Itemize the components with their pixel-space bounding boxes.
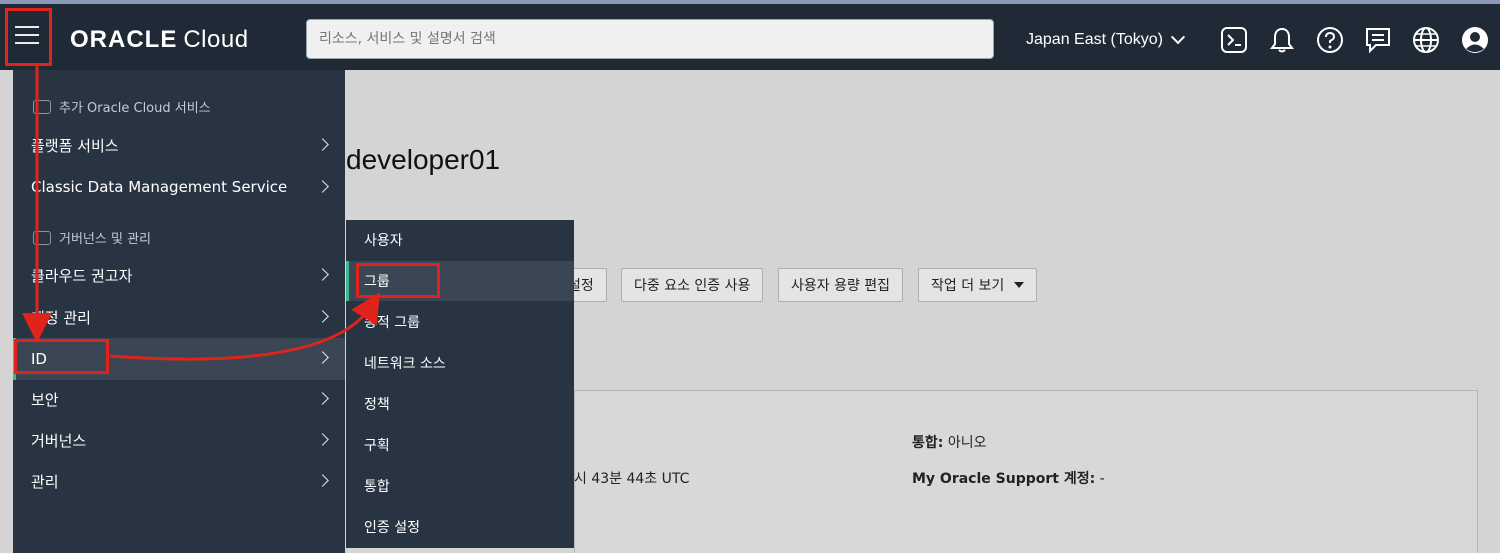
menu-item-label: Classic Data Management Service [31, 178, 288, 196]
region-selector[interactable]: Japan East (Tokyo) [1026, 30, 1186, 49]
more-actions-button[interactable]: 작업 더 보기 [918, 268, 1038, 302]
highlight-identity [14, 339, 109, 374]
menu-item-label: 플랫폼 서비스 [31, 136, 119, 155]
submenu-item-dynamic-groups[interactable]: 동적 그룹 [346, 302, 574, 342]
chevron-right-icon [316, 310, 329, 323]
chevron-right-icon [316, 180, 329, 193]
federated-field: 통합: 아니오 [912, 435, 987, 451]
cloud-shell-icon[interactable] [1220, 26, 1248, 54]
menu-item-management[interactable]: 관리 [13, 461, 345, 501]
page-title: developer01 [346, 144, 501, 175]
chevron-right-icon [316, 138, 329, 151]
caret-down-icon [1014, 282, 1025, 288]
highlight-hamburger [5, 8, 52, 66]
submenu-item-network-sources[interactable]: 네트워크 소스 [346, 343, 574, 383]
submenu-item-authentication-settings[interactable]: 인증 설정 [346, 507, 574, 547]
menu-item-security[interactable]: 보안 [13, 379, 345, 419]
feedback-chat-icon[interactable] [1364, 26, 1392, 54]
submenu-item-users[interactable]: 사용자 [346, 220, 574, 260]
user-profile-icon[interactable] [1461, 26, 1489, 54]
submenu-item-federation[interactable]: 통합 [346, 466, 574, 506]
menu-item-governance[interactable]: 거버넌스 [13, 420, 345, 460]
chevron-right-icon [316, 268, 329, 281]
chevron-right-icon [316, 474, 329, 487]
chevron-right-icon [316, 392, 329, 405]
region-label: Japan East (Tokyo) [1026, 31, 1163, 48]
section-governance-management: 거버넌스 및 관리 [33, 228, 151, 247]
top-bar: ORACLECloud Japan East (Tokyo) [0, 0, 1500, 70]
created-time-fragment: 시 43분 44초 UTC [574, 471, 690, 487]
menu-item-label: 관리 [31, 472, 59, 491]
menu-item-account-management[interactable]: 계정 관리 [13, 297, 345, 337]
my-oracle-support-field: My Oracle Support 계정: - [912, 471, 1105, 487]
section-additional-services: 추가 Oracle Cloud 서비스 [33, 97, 211, 116]
chevron-right-icon [316, 433, 329, 446]
edit-user-quota-button[interactable]: 사용자 용량 편집 [778, 268, 904, 302]
menu-item-label: 계정 관리 [31, 308, 91, 327]
governance-icon [33, 230, 51, 245]
menu-item-cloud-advisor[interactable]: 클라우드 권고자 [13, 255, 345, 295]
language-globe-icon[interactable] [1412, 26, 1440, 54]
menu-item-label: 거버넌스 [31, 431, 87, 450]
oracle-cloud-logo[interactable]: ORACLE Cloud [70, 26, 249, 54]
menu-item-label: 클라우드 권고자 [31, 266, 133, 285]
menu-item-label: 보안 [31, 390, 59, 409]
help-icon[interactable] [1316, 26, 1344, 54]
submenu-item-compartments[interactable]: 구획 [346, 425, 574, 465]
submenu-item-policies[interactable]: 정책 [346, 384, 574, 424]
menu-item-platform-services[interactable]: 플랫폼 서비스 [13, 125, 345, 165]
navigation-menu: 추가 Oracle Cloud 서비스 플랫폼 서비스 Classic Data… [13, 70, 345, 553]
chevron-right-icon [316, 351, 329, 364]
more-actions-label: 작업 더 보기 [931, 278, 1005, 294]
notifications-bell-icon[interactable] [1268, 26, 1296, 54]
enable-mfa-button[interactable]: 다중 요소 인증 사용 [621, 268, 764, 302]
chevron-down-icon [1170, 30, 1186, 45]
menu-item-classic-data-management[interactable]: Classic Data Management Service [13, 167, 345, 207]
highlight-groups [356, 263, 440, 298]
search-input[interactable] [306, 19, 994, 59]
cloud-services-icon [33, 99, 51, 114]
